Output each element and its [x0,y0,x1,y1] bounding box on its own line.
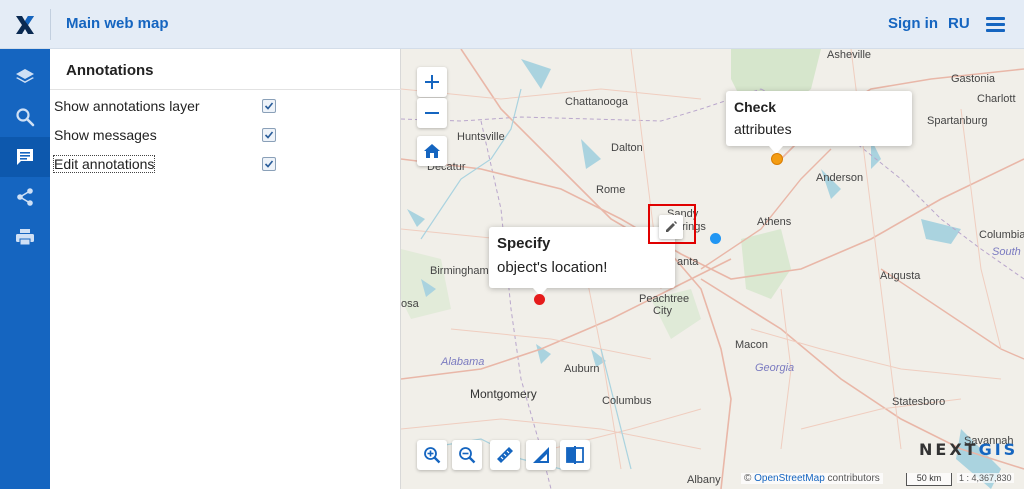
map-attribution: © OpenStreetMap contributors [741,473,883,484]
option-label: Show annotations layer [54,98,200,114]
show-messages-checkbox[interactable] [262,128,276,142]
city-label: Macon [735,339,769,351]
city-label: anta [677,256,699,268]
measure-distance-button[interactable] [490,440,520,470]
search-icon[interactable] [0,97,50,137]
zoom-out-tool-button[interactable] [452,440,482,470]
state-label: Alabama [441,356,485,368]
city-label: Columbia [979,229,1024,241]
city-label: Athens [757,216,792,228]
annotations-icon[interactable] [0,137,50,177]
panel-title: Annotations [66,62,154,79]
zoom-in-tool-button[interactable] [417,440,447,470]
zoom-in-button[interactable] [417,67,447,97]
city-label: Gastonia [951,73,996,85]
option-show-messages[interactable]: Show messages [54,125,394,145]
annotation-marker-blue[interactable] [710,233,721,244]
city-label: Statesboro [892,396,946,408]
swipe-layers-button[interactable] [560,440,590,470]
city-label: Augusta [880,270,921,282]
state-label: South [992,246,1021,258]
home-icon [424,144,440,158]
share-icon[interactable] [0,177,50,217]
scale-bar: 50 km [906,473,952,486]
side-navigation [0,49,50,489]
city-label: Chattanooga [565,96,628,108]
city-label: Birmingham [430,265,489,277]
option-show-annotations-layer[interactable]: Show annotations layer [54,96,394,116]
city-label: Huntsville [457,131,505,143]
ruler-icon [497,447,513,463]
print-icon[interactable] [0,217,50,257]
city-label: Charlott [977,93,1016,105]
annotation-marker-red[interactable] [534,294,545,305]
pencil-icon [666,221,677,232]
hamburger-menu-icon[interactable] [986,17,1005,32]
city-label: osa [401,298,419,310]
page-title: Main web map [66,15,169,32]
popup-body: attributes [734,121,792,137]
show-annotations-layer-checkbox[interactable] [262,99,276,113]
city-label: City [653,305,672,317]
scale-ratio: 1 : 4,367,830 [957,473,1014,483]
zoom-out-button[interactable] [417,98,447,128]
annotation-marker-orange[interactable] [771,153,783,165]
home-extent-button[interactable] [417,136,447,166]
header-bar: Main web map Sign in RU [0,0,1024,49]
plus-icon [425,75,439,89]
option-label: Show messages [54,127,157,143]
city-label: Anderson [816,172,864,184]
logo-x-icon [16,15,34,34]
zoom-in-magnifier-icon [424,447,441,464]
city-label: Albany [687,474,721,486]
city-label: Montgomery [470,387,537,401]
triangle-ruler-icon [533,447,549,463]
popup-title: Check [734,99,777,115]
popup-body: object's location! [497,259,608,276]
nextgis-logo[interactable] [0,0,50,49]
annotation-popup-check[interactable]: Check attributes [726,91,912,154]
option-label: Edit annotations [52,155,156,173]
edit-annotations-checkbox[interactable] [262,157,276,171]
openstreetmap-link[interactable]: OpenStreetMap [754,473,825,484]
nextgis-watermark: NEXTGIS [919,440,1019,459]
city-label: Rome [596,184,626,196]
minus-icon [425,112,439,114]
city-label: Asheville [827,49,872,61]
state-label: Georgia [755,362,795,374]
sign-in-link[interactable]: Sign in [888,15,938,32]
annotations-panel: Annotations Show annotations layer Show … [50,49,450,489]
layers-icon[interactable] [0,57,50,97]
city-label: Columbus [602,395,652,407]
header-divider [50,9,51,40]
measure-area-button[interactable] [526,440,556,470]
option-edit-annotations[interactable]: Edit annotations [52,154,394,174]
popup-title: Specify [497,235,551,252]
city-label: Dalton [611,142,643,154]
city-label: Spartanburg [927,115,988,127]
city-label: Auburn [564,363,600,375]
language-switch[interactable]: RU [948,15,970,32]
edit-annotation-button[interactable] [659,215,683,239]
split-view-icon [566,446,584,464]
panel-divider [50,89,401,90]
zoom-out-magnifier-icon [459,447,476,464]
map-view[interactable]: Asheville Gastonia Charlott Chattanooga … [401,49,1024,489]
city-label: Peachtree [639,293,690,305]
